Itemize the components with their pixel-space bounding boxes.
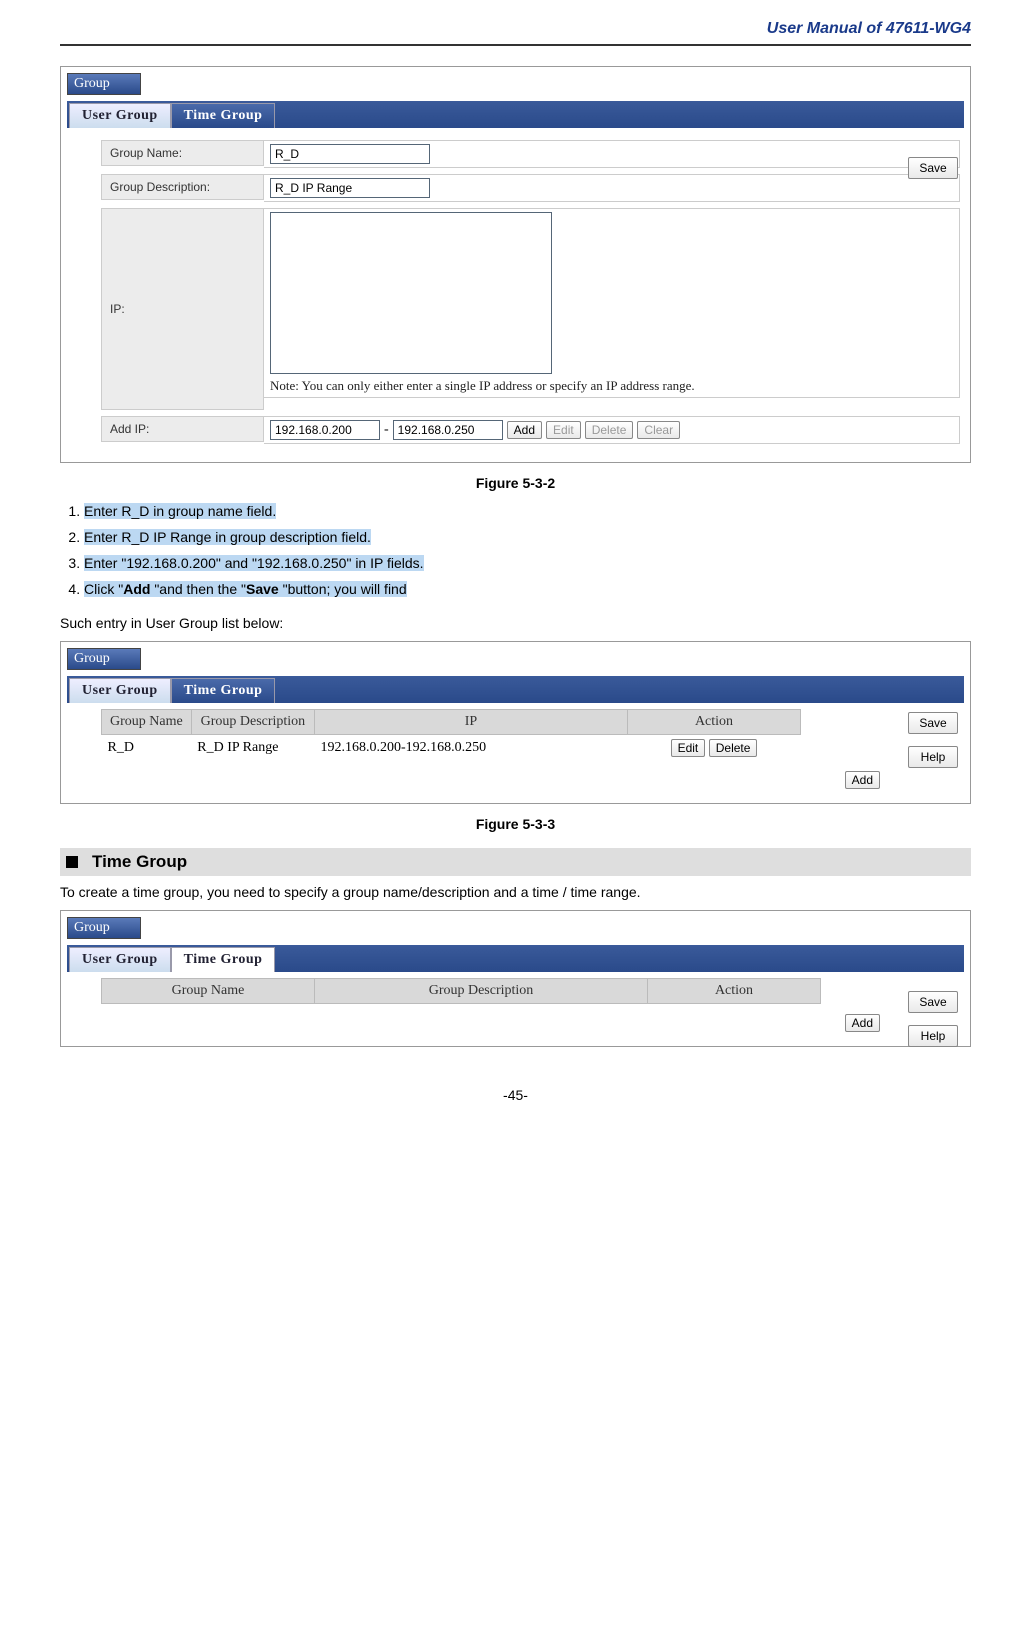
- page-number: -45-: [60, 1087, 971, 1103]
- label-group-name: Group Name:: [101, 140, 264, 166]
- section-time-group: Time Group: [60, 848, 971, 876]
- user-group-table: Group Name Group Description IP Action R…: [101, 709, 801, 761]
- step-4-c: "and then the ": [154, 581, 246, 597]
- tabs-2: User Group Time Group: [67, 676, 964, 703]
- th-action: Action: [628, 710, 801, 735]
- th3-group-desc: Group Description: [315, 979, 648, 1004]
- list-add-button[interactable]: Add: [845, 771, 880, 789]
- save-button[interactable]: Save: [908, 157, 958, 179]
- list-add-button-3[interactable]: Add: [845, 1014, 880, 1032]
- tab-user-group-3[interactable]: User Group: [69, 947, 171, 972]
- th-group-desc: Group Description: [191, 710, 314, 735]
- add-button[interactable]: Add: [507, 421, 542, 439]
- tab-time-group[interactable]: Time Group: [171, 103, 276, 128]
- tab-user-group[interactable]: User Group: [69, 103, 171, 128]
- tabs: User Group Time Group: [67, 101, 964, 128]
- label-add-ip: Add IP:: [101, 416, 264, 442]
- step-2: Enter R_D IP Range in group description …: [84, 529, 371, 545]
- clear-button[interactable]: Clear: [637, 421, 680, 439]
- cell-name: R_D: [102, 735, 192, 762]
- square-bullet-icon: [66, 856, 78, 868]
- cell-ip: 192.168.0.200-192.168.0.250: [315, 735, 628, 762]
- help-button-2[interactable]: Help: [908, 746, 958, 768]
- label-ip: IP:: [101, 208, 264, 410]
- save-button-3[interactable]: Save: [908, 991, 958, 1013]
- panel-title: Group: [67, 73, 141, 95]
- tab-user-group-2[interactable]: User Group: [69, 678, 171, 703]
- figure-caption-5-3-3: Figure 5-3-3: [60, 816, 971, 832]
- doc-header: User Manual of 47611-WG4: [60, 20, 971, 46]
- save-button-2[interactable]: Save: [908, 712, 958, 734]
- th3-action: Action: [648, 979, 821, 1004]
- instruction-steps: Enter R_D in group name field. Enter R_D…: [60, 503, 971, 597]
- step-4-a: Click ": [84, 581, 123, 597]
- help-button-3[interactable]: Help: [908, 1025, 958, 1047]
- cell-desc: R_D IP Range: [191, 735, 314, 762]
- figure-caption-5-3-2: Figure 5-3-2: [60, 475, 971, 491]
- time-group-table: Group Name Group Description Action: [101, 978, 821, 1004]
- panel-title-3: Group: [67, 917, 141, 939]
- step-4-e: "button; you will find: [283, 581, 407, 597]
- section-para: To create a time group, you need to spec…: [60, 884, 971, 900]
- delete-button[interactable]: Delete: [585, 421, 634, 439]
- figure-5-3-3: Group User Group Time Group Group Name G…: [60, 641, 971, 804]
- step-4-b: Add: [123, 581, 154, 597]
- tab-time-group-3[interactable]: Time Group: [171, 947, 276, 972]
- step-4-d: Save: [246, 581, 283, 597]
- tab-time-group-2[interactable]: Time Group: [171, 678, 276, 703]
- figure-time-group-list: Group User Group Time Group Group Name G…: [60, 910, 971, 1047]
- th-group-name: Group Name: [102, 710, 192, 735]
- edit-button[interactable]: Edit: [546, 421, 581, 439]
- para-between: Such entry in User Group list below:: [60, 615, 971, 631]
- ip-note: Note: You can only either enter a single…: [270, 378, 953, 394]
- row-edit-button[interactable]: Edit: [671, 739, 706, 757]
- th-ip: IP: [315, 710, 628, 735]
- table-row: R_D R_D IP Range 192.168.0.200-192.168.0…: [102, 735, 801, 762]
- step-3: Enter "192.168.0.200" and "192.168.0.250…: [84, 555, 424, 571]
- panel-title-2: Group: [67, 648, 141, 670]
- label-group-desc: Group Description:: [101, 174, 264, 200]
- th3-group-name: Group Name: [102, 979, 315, 1004]
- ip-start-input[interactable]: [270, 420, 380, 440]
- dash: -: [384, 422, 389, 438]
- ip-end-input[interactable]: [393, 420, 503, 440]
- step-1: Enter R_D in group name field.: [84, 503, 276, 519]
- section-title: Time Group: [92, 852, 187, 872]
- group-name-input[interactable]: [270, 144, 430, 164]
- tabs-3: User Group Time Group: [67, 945, 964, 972]
- ip-listbox[interactable]: [270, 212, 552, 374]
- figure-5-3-2: Group User Group Time Group Group Name: …: [60, 66, 971, 463]
- group-desc-input[interactable]: [270, 178, 430, 198]
- row-delete-button[interactable]: Delete: [709, 739, 758, 757]
